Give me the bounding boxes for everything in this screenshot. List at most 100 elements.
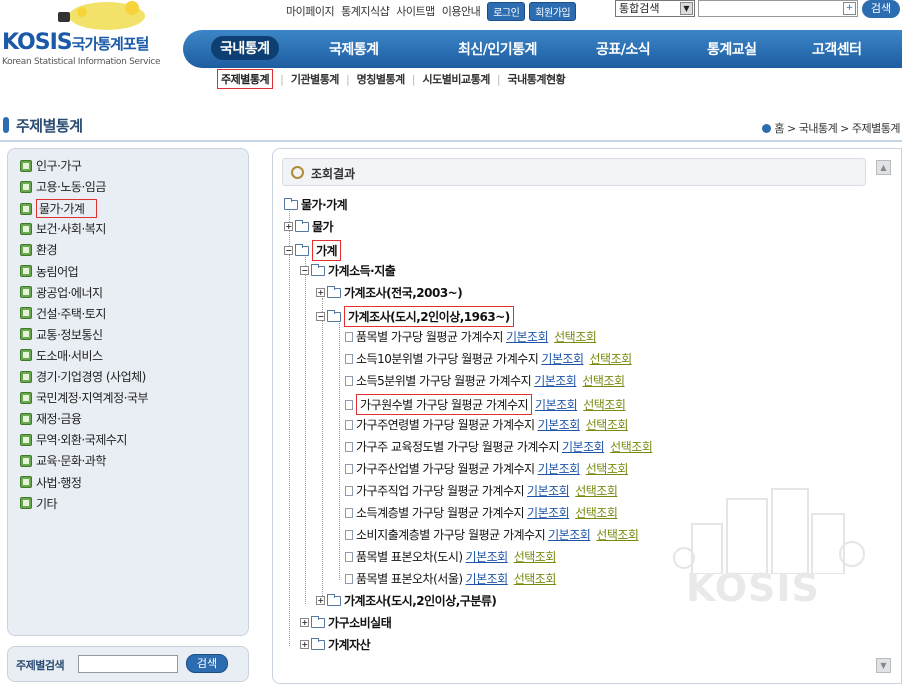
stat-table-item[interactable]: 가구주 교육정도별 가구당 월평균 가계수지 기본조회 선택조회 [345,438,653,455]
search-scope-select[interactable]: 통합검색 ▼ [615,0,695,17]
expand-icon[interactable]: + [316,596,325,605]
gnb-support[interactable]: 고객센터 [812,39,862,59]
select-query-link[interactable]: 선택조회 [586,460,629,477]
stat-table-item[interactable]: 품목별 표본오차(도시) 기본조회 선택조회 [345,548,556,565]
basic-query-link[interactable]: 기본조회 [538,416,581,433]
collapse-icon[interactable]: − [284,246,293,255]
lnb-subject[interactable]: 주제별통계 [217,69,274,89]
gnb-international[interactable]: 국제통계 [329,39,379,59]
select-query-link[interactable]: 선택조회 [586,416,629,433]
collapse-icon[interactable]: − [300,266,309,275]
tree-node-household[interactable]: − 가계 [284,240,342,261]
stat-table-item[interactable]: 소득계층별 가구당 월평균 가계수지 기본조회 선택조회 [345,504,618,521]
gnb-domestic[interactable]: 국내통계 [211,36,279,60]
stat-table-item[interactable]: 가구주연령별 가구당 월평균 가계수지 기본조회 선택조회 [345,416,628,433]
stat-table-item[interactable]: 가구원수별 가구당 월평균 가계수지 기본조회 선택조회 [345,394,626,415]
stat-table-item[interactable]: 가구주직업 가구당 월평균 가계수지 기본조회 선택조회 [345,482,618,499]
gnb-latest[interactable]: 최신/인기통계 [458,39,537,59]
lnb-status[interactable]: 국내통계현황 [508,71,566,87]
basic-query-link[interactable]: 기본조회 [541,350,584,367]
stat-table-item[interactable]: 소득10분위별 가구당 월평균 가계수지 기본조회 선택조회 [345,350,632,367]
subject-search-button[interactable]: 검색 [186,654,228,673]
sidebar-category-item[interactable]: 고용·노동·임금 [20,178,106,195]
select-query-link[interactable]: 선택조회 [575,482,618,499]
util-guide-link[interactable]: 이용안내 [442,3,481,19]
search-input[interactable]: + [698,0,858,17]
basic-query-link[interactable]: 기본조회 [535,396,578,413]
subject-search-input[interactable] [78,655,178,673]
util-sitemap-link[interactable]: 사이트맵 [396,3,435,19]
util-knowledge-link[interactable]: 통계지식샵 [341,3,390,19]
sidebar-category-item[interactable]: 경기·기업경영 (사업체) [20,368,146,385]
expand-icon[interactable]: + [316,288,325,297]
result-header: 조회결과 [282,158,866,186]
basic-query-link[interactable]: 기본조회 [538,460,581,477]
sidebar-category-item[interactable]: 국민계정·지역계정·국부 [20,389,149,406]
expand-icon[interactable]: + [300,618,309,627]
sidebar-category-item[interactable]: 환경 [20,241,58,258]
sidebar-category-item[interactable]: 광공업·에너지 [20,284,103,301]
select-query-link[interactable]: 선택조회 [610,438,653,455]
tree-node-survey-national[interactable]: + 가계조사(전국,2003~) [316,284,463,301]
tree-root-label: 물가·가계 [301,198,348,212]
sidebar-category-item[interactable]: 재정·금융 [20,410,82,427]
stat-table-item[interactable]: 가구주산업별 가구당 월평균 가계수지 기본조회 선택조회 [345,460,628,477]
tree-node-consumption[interactable]: + 가구소비실태 [300,614,392,631]
signup-button[interactable]: 회원가입 [529,1,577,21]
breadcrumb-text[interactable]: 홈 > 국내통계 > 주제별통계 [774,122,900,135]
util-mypage-link[interactable]: 마이페이지 [286,3,335,19]
sidebar-category-item[interactable]: 농림어업 [20,263,79,280]
sidebar-category-item[interactable]: 건설·주택·토지 [20,305,106,322]
sidebar-category-item[interactable]: 교통·정보통신 [20,326,103,343]
sidebar-category-item[interactable]: 기타 [20,495,58,512]
tree-root[interactable]: 물가·가계 [284,196,348,213]
select-query-link[interactable]: 선택조회 [554,328,597,345]
basic-query-link[interactable]: 기본조회 [506,328,549,345]
login-button[interactable]: 로그인 [487,1,526,21]
select-query-link[interactable]: 선택조회 [575,504,618,521]
basic-query-link[interactable]: 기본조회 [534,372,577,389]
expand-icon[interactable]: + [300,640,309,649]
expand-icon[interactable]: + [284,222,293,231]
tree-node-assets[interactable]: + 가계자산 [300,636,371,653]
lnb-agency[interactable]: 기관별통계 [291,71,340,87]
site-logo[interactable]: KOSIS국가통계포털 Korean Statistical Informati… [2,30,161,67]
tree-node-income-expense[interactable]: − 가계소득·지출 [300,262,396,279]
sidebar-category-item[interactable]: 도소매·서비스 [20,347,103,364]
basic-query-link[interactable]: 기본조회 [548,526,591,543]
tree-node-survey-old[interactable]: + 가계조사(도시,2인이상,구분류) [316,592,497,609]
sidebar-category-item[interactable]: 사법·행정 [20,474,82,491]
select-query-link[interactable]: 선택조회 [596,526,639,543]
plus-icon[interactable]: + [843,2,856,15]
stat-table-item[interactable]: 품목별 가구당 월평균 가계수지 기본조회 선택조회 [345,328,597,345]
collapse-icon[interactable]: − [316,312,325,321]
basic-query-link[interactable]: 기본조회 [527,482,570,499]
tree-node-survey-urban[interactable]: − 가계조사(도시,2인이상,1963~) [316,306,514,327]
search-button[interactable]: 검색 [862,0,900,18]
basic-query-link[interactable]: 기본조회 [466,570,509,587]
select-query-link[interactable]: 선택조회 [582,372,625,389]
stat-table-item[interactable]: 품목별 표본오차(서울) 기본조회 선택조회 [345,570,556,587]
select-query-link[interactable]: 선택조회 [514,548,557,565]
select-query-link[interactable]: 선택조회 [583,396,626,413]
sidebar-category-item[interactable]: 보건·사회·복지 [20,220,106,237]
basic-query-link[interactable]: 기본조회 [466,548,509,565]
stat-table-item[interactable]: 소득5분위별 가구당 월평균 가계수지 기본조회 선택조회 [345,372,625,389]
tree-node-price[interactable]: + 물가 [284,218,334,235]
document-icon [345,529,353,540]
basic-query-link[interactable]: 기본조회 [562,438,605,455]
sidebar-category-item[interactable]: 물가·가계 [20,199,98,219]
select-query-link[interactable]: 선택조회 [514,570,557,587]
lnb-region[interactable]: 시도별비교통계 [422,71,490,87]
select-query-link[interactable]: 선택조회 [590,350,633,367]
sidebar-category-item[interactable]: 무역·외환·국제수지 [20,431,127,448]
scroll-down-button[interactable]: ▼ [876,658,891,673]
basic-query-link[interactable]: 기본조회 [527,504,570,521]
sidebar-category-item[interactable]: 교육·문화·과학 [20,452,106,469]
scroll-up-button[interactable]: ▲ [876,160,891,175]
gnb-classroom[interactable]: 통계교실 [707,39,757,59]
gnb-news[interactable]: 공표/소식 [596,39,651,59]
lnb-name[interactable]: 명칭별통계 [357,71,406,87]
sidebar-category-item[interactable]: 인구·가구 [20,157,82,174]
stat-table-item[interactable]: 소비지출계층별 가구당 월평균 가계수지 기본조회 선택조회 [345,526,639,543]
